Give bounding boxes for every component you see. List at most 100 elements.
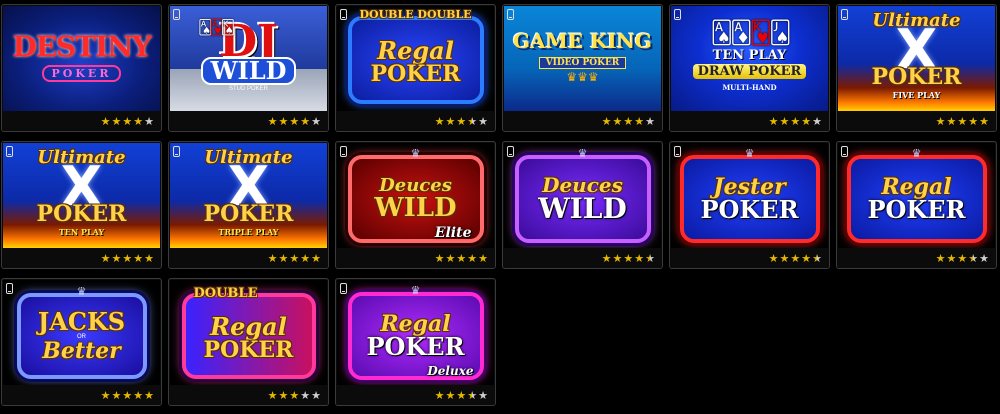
game-tile-destiny-poker[interactable]: DESTINY POKER ★ ★ ★ ★ ★ [1,4,162,132]
game-title-2: WILD [374,192,457,223]
game-tile-regal-poker-deluxe[interactable]: ♛ Regal POKER Deluxe ★ ★ ★ ★ ★ [335,278,496,406]
star-icon: ★ [467,252,478,265]
rating-stars: ★ ★ ★ ★ ★ [435,253,488,264]
mobile-phone-icon [674,146,681,157]
crown-icon: ♛ [577,146,588,160]
star-icon: ★ [289,115,300,128]
game-thumbnail: DESTINY POKER [3,6,160,111]
game-title: Deuces [379,174,452,196]
game-thumbnail: DOUBLE DOUBLE Regal POKER [337,6,494,111]
star-icon: ★ [300,252,311,265]
star-icon: ★ [979,115,989,128]
star-icon: ★ [779,115,790,128]
game-title-2: POKER [203,201,294,227]
star-icon: ★ [601,115,612,128]
game-thumbnail: Ultimate X POKER TEN PLAY [3,143,160,248]
game-title: Regal [377,35,454,65]
game-title-2: POKER [867,194,966,224]
game-title: DESTINY [12,29,151,63]
rating-stars: ★ ★ ★ ★ ★ [769,253,822,264]
star-icon: ★ [957,115,968,128]
game-tile-ultimate-x-triple-play[interactable]: Ultimate X POKER TRIPLE PLAY ★ ★ ★ ★ ★ [168,141,329,269]
star-icon: ★ [445,389,456,402]
rating-stars: ★ ★ ★ ★ ★ [101,390,154,401]
game-tile-regal-poker[interactable]: ♛ Regal POKER ★ ★ ★ ★ ★ [836,141,997,269]
star-icon: ★ [300,389,311,402]
rating-stars: ★ ★ ★ ★ ★ [435,390,488,401]
star-icon: ★ [935,252,946,265]
game-thumbnail: ♛ Deuces WILD [504,143,661,248]
game-tile-deuces-wild[interactable]: ♛ Deuces WILD ★ ★ ★ ★ ★ [502,141,663,269]
rating-stars: ★ ★ ★ ★ ★ [101,116,154,127]
game-title: JACKS [37,306,126,336]
star-icon: ★ [111,389,122,402]
star-icon: ★ [278,252,289,265]
star-icon: ★ [456,252,467,265]
star-icon: ★ [111,115,122,128]
game-tile-ten-play-draw-poker[interactable]: 🂡🃁🂾🂫 TEN PLAY DRAW POKER MULTI-HAND ★ ★ ★ ★… [669,4,830,132]
game-tile-jacks-or-better[interactable]: ♛ JACKS OR Better ★ ★ ★ ★ ★ [1,278,162,406]
star-icon: ★ [478,389,488,402]
game-subtitle: TEN PLAY [58,227,105,237]
star-icon: ★ [434,115,445,128]
mobile-phone-icon [340,9,347,20]
game-thumbnail: 🂡🂱🂮 DJ WILD STUD POKER [170,6,327,111]
star-icon: ★ [946,115,957,128]
game-title-2: WILD [200,57,297,85]
star-icon: ★ [311,389,321,402]
rating-stars: ★ ★ ★ ★ ★ [936,116,989,127]
game-title: GAME KING [512,28,653,53]
mobile-phone-icon [340,283,347,294]
game-thumbnail: ♛ Regal POKER [838,143,995,248]
star-icon: ★ [100,252,111,265]
star-icon: ★ [278,389,289,402]
star-icon: ★ [445,115,456,128]
game-title-2: POKER [36,201,127,227]
game-title-2: POKER [203,336,294,363]
game-subtitle: POKER [370,60,461,87]
crown-icon: ♛ [911,146,922,160]
game-title-2: POKER [700,194,799,224]
star-icon: ★ [267,115,278,128]
star-icon: ★ [445,252,456,265]
crown-icon: ♛ [410,283,421,297]
crown-icon: ♛♛♛ [566,69,599,84]
star-icon: ★ [812,115,822,128]
star-icon: ★ [935,115,946,128]
game-tile-ultimate-x-five-play[interactable]: Ultimate X POKER FIVE PLAY ★ ★ ★ ★ ★ [836,4,997,132]
game-tile-double-regal-poker[interactable]: DOUBLE Regal POKER ★ ★ ★ ★ ★ [168,278,329,406]
game-thumbnail: ♛ Deuces WILD Elite [337,143,494,248]
game-grid: DESTINY POKER ★ ★ ★ ★ ★ 🂡🂱🂮 DJ WILD STUD POK… [0,0,1000,414]
star-icon: ★ [122,389,133,402]
game-thumbnail: ♛ JACKS OR Better [3,280,160,385]
game-tile-dj-wild[interactable]: 🂡🂱🂮 DJ WILD STUD POKER ★ ★ ★ ★ ★ [168,4,329,132]
crown-icon: ♛ [410,146,421,160]
game-subtitle: FIVE PLAY [892,90,941,100]
star-icon: ★ [645,115,655,128]
game-tile-game-king[interactable]: GAME KING VIDEO POKER ♛♛♛ ★ ★ ★ ★ ★ [502,4,663,132]
star-icon: ★ [289,252,300,265]
mobile-phone-icon [340,146,347,157]
star-icon: ★ [478,115,488,128]
game-subtitle: Deluxe [427,363,474,378]
star-icon: ★ [968,115,979,128]
game-title-2: POKER [366,331,465,361]
game-title-2: WILD [538,191,627,225]
star-icon: ★ [801,252,812,265]
game-tile-double-double-regal-poker[interactable]: DOUBLE DOUBLE Regal POKER ★ ★ ★ ★ ★ [335,4,496,132]
game-tile-jester-poker[interactable]: ♛ Jester POKER ★ ★ ★ ★ ★ [669,141,830,269]
star-icon: ★ [133,115,144,128]
star-icon: ★ [267,389,278,402]
star-icon: ★ [144,389,154,402]
star-icon: ★ [467,389,478,402]
mobile-phone-icon [507,9,514,20]
star-icon: ★ [144,252,154,265]
game-subtitle: STUD POKER [228,86,268,92]
star-icon: ★ [300,115,311,128]
game-tile-ultimate-x-ten-play[interactable]: Ultimate X POKER TEN PLAY ★ ★ ★ ★ ★ [1,141,162,269]
mobile-phone-icon [507,146,514,157]
game-tile-deuces-wild-elite[interactable]: ♛ Deuces WILD Elite ★ ★ ★ ★ ★ [335,141,496,269]
star-icon: ★ [144,115,154,128]
star-icon: ★ [645,252,655,265]
star-icon: ★ [968,252,979,265]
